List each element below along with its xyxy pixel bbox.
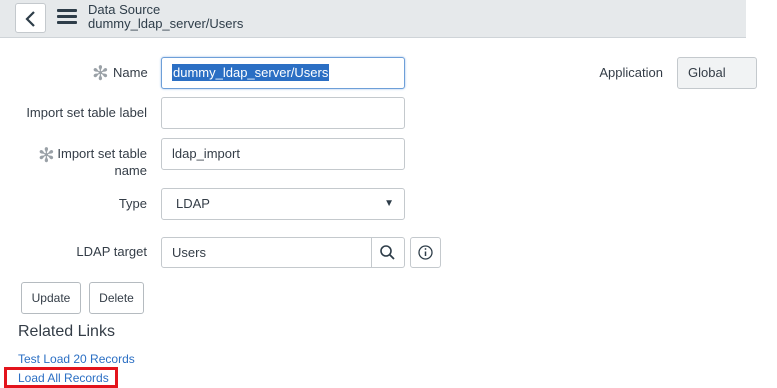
hamburger-menu-icon[interactable]: [57, 9, 77, 25]
form-title: Data Source: [88, 2, 161, 17]
back-button[interactable]: [15, 3, 46, 33]
ldap-target-input[interactable]: Users: [161, 237, 372, 268]
type-select-value: LDAP: [176, 196, 210, 211]
required-indicator-icon: ✻: [38, 145, 55, 167]
required-indicator-icon: ✻: [92, 63, 109, 85]
import-set-table-name-label: Import set table: [57, 146, 147, 161]
application-label: Application: [599, 65, 663, 80]
import-set-table-name-label-line2: name: [114, 163, 147, 178]
highlight-annotation: [4, 367, 118, 388]
chevron-left-icon: [25, 11, 35, 27]
name-label: Name: [113, 65, 148, 80]
name-input[interactable]: dummy_ldap_server/Users: [161, 57, 405, 89]
application-field: Global: [677, 57, 757, 89]
lookup-button[interactable]: [372, 237, 405, 268]
import-set-table-name-input[interactable]: ldap_import: [161, 138, 405, 170]
form-header: Data Source dummy_ldap_server/Users: [0, 0, 746, 38]
type-select[interactable]: LDAP ▼: [161, 188, 405, 220]
name-input-value: dummy_ldap_server/Users: [172, 64, 330, 81]
info-icon: [418, 245, 433, 260]
search-icon: [380, 245, 395, 260]
reference-info-button[interactable]: [410, 237, 441, 268]
import-set-table-label-label: Import set table label: [26, 105, 147, 120]
record-name: dummy_ldap_server/Users: [88, 16, 244, 31]
type-label: Type: [118, 196, 147, 211]
dropdown-arrow-icon: ▼: [384, 198, 394, 209]
import-set-table-label-input[interactable]: [161, 97, 405, 129]
test-load-20-records-link[interactable]: Test Load 20 Records: [18, 352, 135, 366]
delete-button[interactable]: Delete: [89, 282, 144, 314]
update-button[interactable]: Update: [21, 282, 81, 314]
related-links-heading: Related Links: [18, 323, 115, 340]
ldap-target-label: LDAP target: [76, 244, 147, 259]
